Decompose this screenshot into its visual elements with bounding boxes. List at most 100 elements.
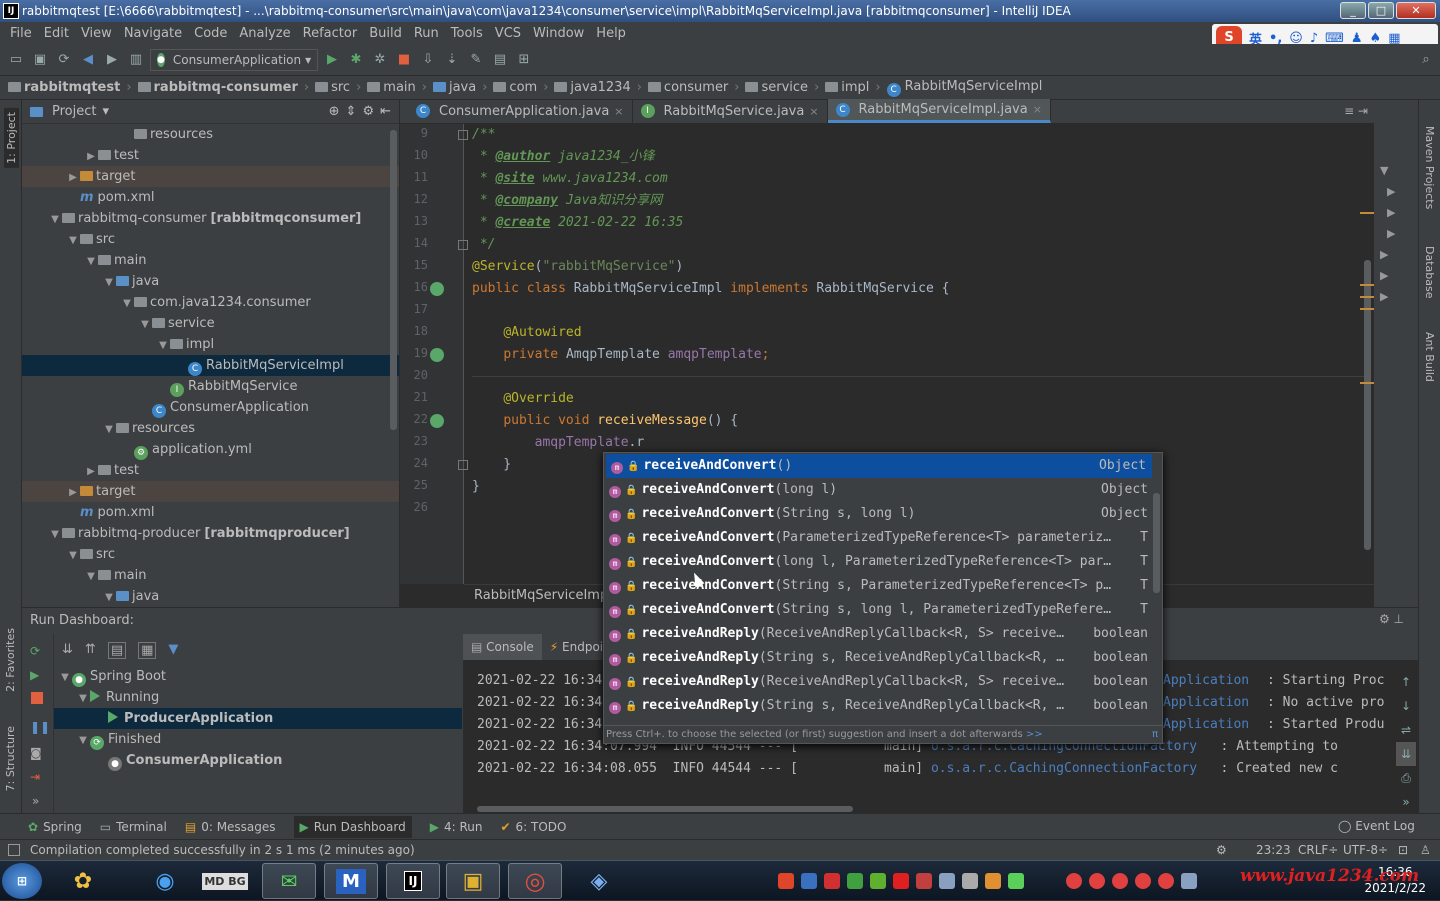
tray-qq-icon-4[interactable]	[1135, 873, 1151, 889]
completion-scrollbar[interactable]	[1153, 493, 1160, 593]
completion-item[interactable]: m 🔒 receiveAndReply(String s, ReceiveAndRe…	[604, 646, 1154, 670]
debug-icon[interactable]: ✱	[346, 50, 366, 70]
menu-code[interactable]: Code	[188, 26, 233, 41]
menu-navigate[interactable]: Navigate	[118, 26, 188, 41]
completion-hint-link[interactable]: >>	[1026, 729, 1043, 740]
class-bean-icon[interactable]	[430, 282, 444, 296]
taskbar-app-last[interactable]: ◈	[572, 863, 626, 899]
tray-shield-icon[interactable]	[847, 873, 863, 889]
run-tree-item[interactable]: ● ConsumerApplication	[54, 750, 462, 771]
tray-wechat-icon[interactable]	[1008, 873, 1024, 889]
expand-arrow-icon[interactable]: ▼	[48, 524, 62, 545]
tree-item[interactable]: m pom.xml	[22, 187, 399, 208]
run-dashboard-settings[interactable]: ⚙ ⊥	[1379, 612, 1404, 626]
completion-item[interactable]: m 🔒 receiveAndConvert(String s, long l, Pa…	[604, 598, 1154, 622]
chevron-down-icon[interactable]: ▾	[102, 104, 109, 119]
status-toggle-icon[interactable]	[8, 844, 20, 856]
tray-red-icon[interactable]	[824, 873, 840, 889]
completion-item[interactable]: m 🔒 receiveAndReply(ReceiveAndReplyCallbac…	[604, 622, 1154, 646]
menu-build[interactable]: Build	[363, 26, 408, 41]
tree-item[interactable]: ▼ rabbitmq-consumer [rabbitmqconsumer]	[22, 208, 399, 230]
filter-icon[interactable]: ▼	[168, 642, 178, 659]
breadcrumb-java1234[interactable]: java1234	[554, 80, 631, 95]
menu-view[interactable]: View	[75, 26, 118, 41]
tray-copy-icon[interactable]	[962, 873, 978, 889]
breadcrumb-consumer[interactable]: consumer	[647, 80, 728, 95]
breadcrumb-java[interactable]: java	[432, 80, 476, 95]
tree-item[interactable]: C ConsumerApplication	[22, 397, 399, 418]
caret-position[interactable]: 23:23	[1256, 840, 1291, 860]
collapse-icon[interactable]: ⇕	[346, 104, 357, 119]
expand-arrow-icon[interactable]: ▼	[48, 209, 62, 230]
bottom-tab-spring[interactable]: ✿ Spring	[28, 820, 82, 834]
tree-item[interactable]: ▼ main	[22, 250, 399, 272]
download-icon[interactable]: ⇣	[442, 50, 462, 70]
expand-arrow-icon[interactable]: ▼	[66, 230, 80, 251]
exit-icon[interactable]: ⇥	[30, 770, 40, 784]
completion-item[interactable]: m 🔒 receiveAndConvert() Object	[606, 454, 1152, 478]
tree-item[interactable]: ▼ main	[22, 565, 399, 586]
breadcrumb-com[interactable]: com	[493, 80, 537, 95]
tray-qq-icon-2[interactable]	[1089, 873, 1105, 889]
tray-box-icon[interactable]	[801, 873, 817, 889]
tray-network-icon[interactable]	[939, 873, 955, 889]
menu-help[interactable]: Help	[590, 26, 632, 41]
build-icon[interactable]: ▥	[126, 50, 146, 70]
tray-s-icon[interactable]	[893, 873, 909, 889]
forward-icon[interactable]: ▶	[102, 50, 122, 70]
start-button[interactable]: ⊞	[2, 863, 42, 899]
taskbar-app-box[interactable]: ▣	[446, 863, 500, 899]
bottom-tab-run-dashboard[interactable]: ▶ Run Dashboard	[293, 815, 412, 838]
maximize-button[interactable]: □	[1368, 2, 1394, 19]
menu-analyze[interactable]: Analyze	[233, 26, 296, 41]
tree-item[interactable]: ▼ com.java1234.consumer	[22, 292, 399, 313]
tree-item[interactable]: ▼ impl	[22, 334, 399, 355]
tree-item[interactable]: ▼ java	[22, 586, 399, 607]
project-tool-tab[interactable]: 1: Project	[4, 108, 19, 168]
breadcrumb-service[interactable]: service	[745, 80, 808, 95]
editor-tab[interactable]: I RabbitMqService.java ×	[633, 99, 828, 123]
completion-item[interactable]: m 🔒 receiveAndConvert(String s, Parameteri…	[604, 574, 1154, 598]
taskbar-intellij[interactable]: IJ	[386, 863, 440, 899]
run-tree-item[interactable]: ProducerApplication	[54, 708, 462, 729]
settings-wrench-icon[interactable]: ✎	[466, 50, 486, 70]
close-tab-icon[interactable]: ×	[1033, 103, 1042, 116]
expand-arrow-icon[interactable]: ▼	[84, 251, 98, 272]
menu-window[interactable]: Window	[527, 26, 590, 41]
tree-item[interactable]: ▼ rabbitmq-producer [rabbitmqproducer]	[22, 523, 399, 545]
expand-arrow-icon[interactable]: ▼	[102, 272, 116, 293]
coverage-icon[interactable]: ✲	[370, 50, 390, 70]
breadcrumb-impl[interactable]: impl	[825, 80, 869, 95]
more-icon[interactable]: »	[32, 794, 39, 808]
scroll-down-icon[interactable]: ↓	[1396, 694, 1416, 718]
search-everywhere-icon[interactable]: ⌕	[1416, 50, 1436, 70]
expand-arrow-icon[interactable]: ▶	[66, 482, 80, 503]
run-tree-item[interactable]: ▼ Running	[54, 687, 462, 708]
tree-item[interactable]: ▼ src	[22, 544, 399, 565]
menu-vcs[interactable]: VCS	[489, 26, 527, 41]
ant-build-tool-tab[interactable]: Ant Build	[1423, 332, 1436, 382]
tree-item[interactable]: ▶ target	[22, 481, 399, 503]
tree-item[interactable]: ⚙ application.yml	[22, 439, 399, 460]
editor-tab[interactable]: C ConsumerApplication.java ×	[408, 99, 633, 123]
completion-item[interactable]: m 🔒 receiveAndConvert(long l, Parameterize…	[604, 550, 1154, 574]
tab-actions-icon[interactable]: ≡ ⇥	[1344, 99, 1374, 123]
run-tree-item[interactable]: ▼ ● Spring Boot	[54, 666, 462, 687]
menu-run[interactable]: Run	[408, 26, 445, 41]
completion-item[interactable]: m 🔒 receiveAndConvert(long l) Object	[604, 478, 1154, 502]
expand-arrow-icon[interactable]: ▶	[66, 167, 80, 188]
project-view-selector[interactable]: Project	[52, 104, 96, 119]
maven-projects-tool-tab[interactable]: Maven Projects	[1423, 126, 1436, 209]
expand-arrow-icon[interactable]: ▼	[76, 730, 90, 751]
console-more-icon[interactable]: »	[1396, 790, 1416, 814]
autowired-icon[interactable]	[430, 348, 444, 362]
fold-icon[interactable]	[458, 240, 468, 250]
bottom-tab-terminal[interactable]: ▭ Terminal	[100, 820, 167, 834]
fold-icon[interactable]	[458, 130, 468, 140]
tree-item[interactable]: ▼ src	[22, 229, 399, 251]
override-icon[interactable]	[430, 414, 444, 428]
expand-all-icon[interactable]: ⇊	[62, 642, 73, 659]
open-folder-icon[interactable]: ▭	[6, 50, 26, 70]
event-log-tab[interactable]: ◯ Event Log	[1338, 819, 1415, 833]
tray-qq-icon[interactable]	[1066, 873, 1082, 889]
